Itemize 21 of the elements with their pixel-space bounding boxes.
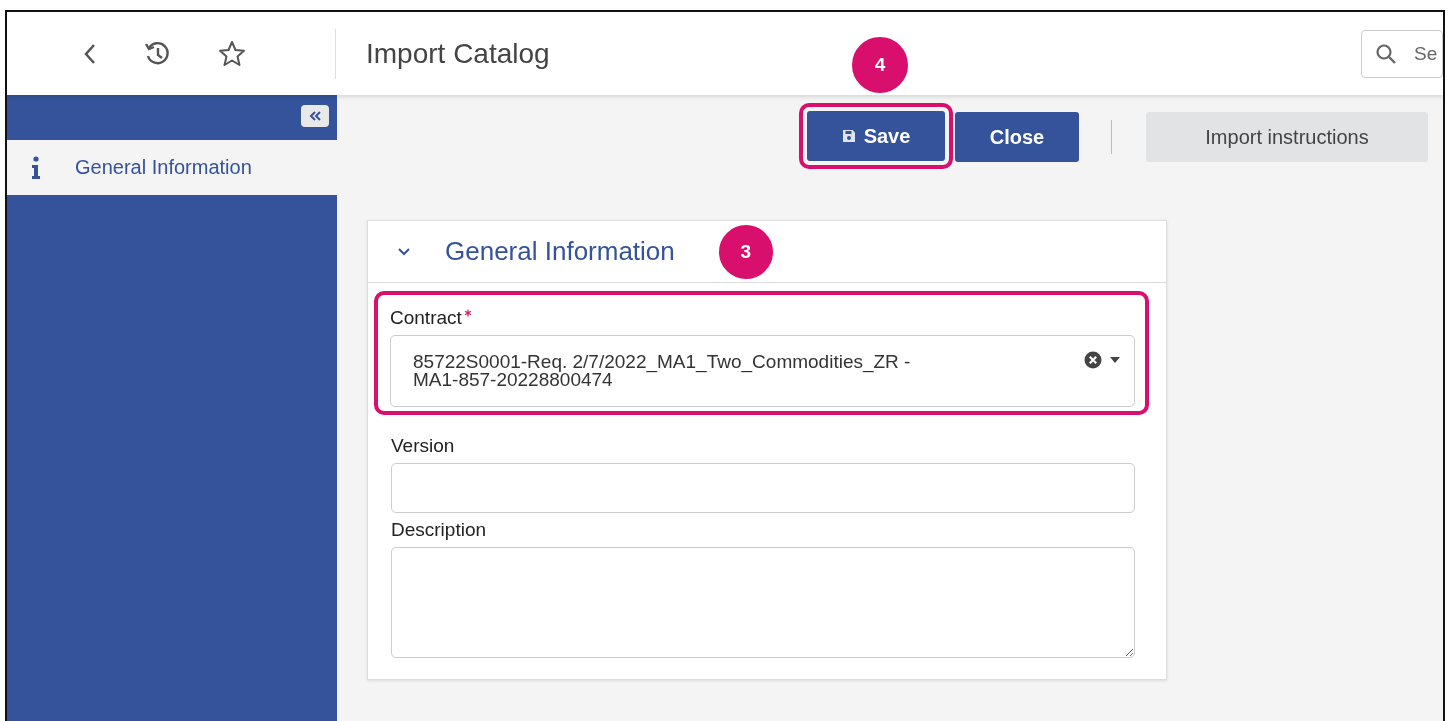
field-label: Version <box>391 435 456 457</box>
field-label: Description <box>391 519 488 541</box>
import-instructions-button[interactable]: Import instructions <box>1146 112 1428 162</box>
field-label: Contract <box>390 307 1135 329</box>
search-icon <box>1375 42 1397 65</box>
select-field[interactable]: 85722S0001-Req. 2/7/2022_MA1_Two_Commodities_ZR - MA1-857-20228800474 <box>390 335 1135 407</box>
collapse-button[interactable] <box>301 105 329 127</box>
section-title: General Information <box>445 236 675 267</box>
close-button[interactable]: Close <box>955 112 1079 162</box>
caret-down-icon <box>1110 357 1120 363</box>
page-title: Import Catalog <box>366 37 550 70</box>
clear-icon <box>1084 351 1102 369</box>
input-field[interactable] <box>391 463 1135 513</box>
sidebar-item[interactable]: General Information <box>7 140 337 195</box>
collapse-toggle[interactable] <box>397 245 411 258</box>
double-chevron-left-icon <box>307 110 323 122</box>
callout-badge: 3 <box>716 222 775 281</box>
star-icon[interactable] <box>217 38 247 69</box>
search-field[interactable]: Se <box>1361 29 1443 78</box>
save-button[interactable]: Save <box>807 111 945 161</box>
info-icon <box>31 155 41 180</box>
